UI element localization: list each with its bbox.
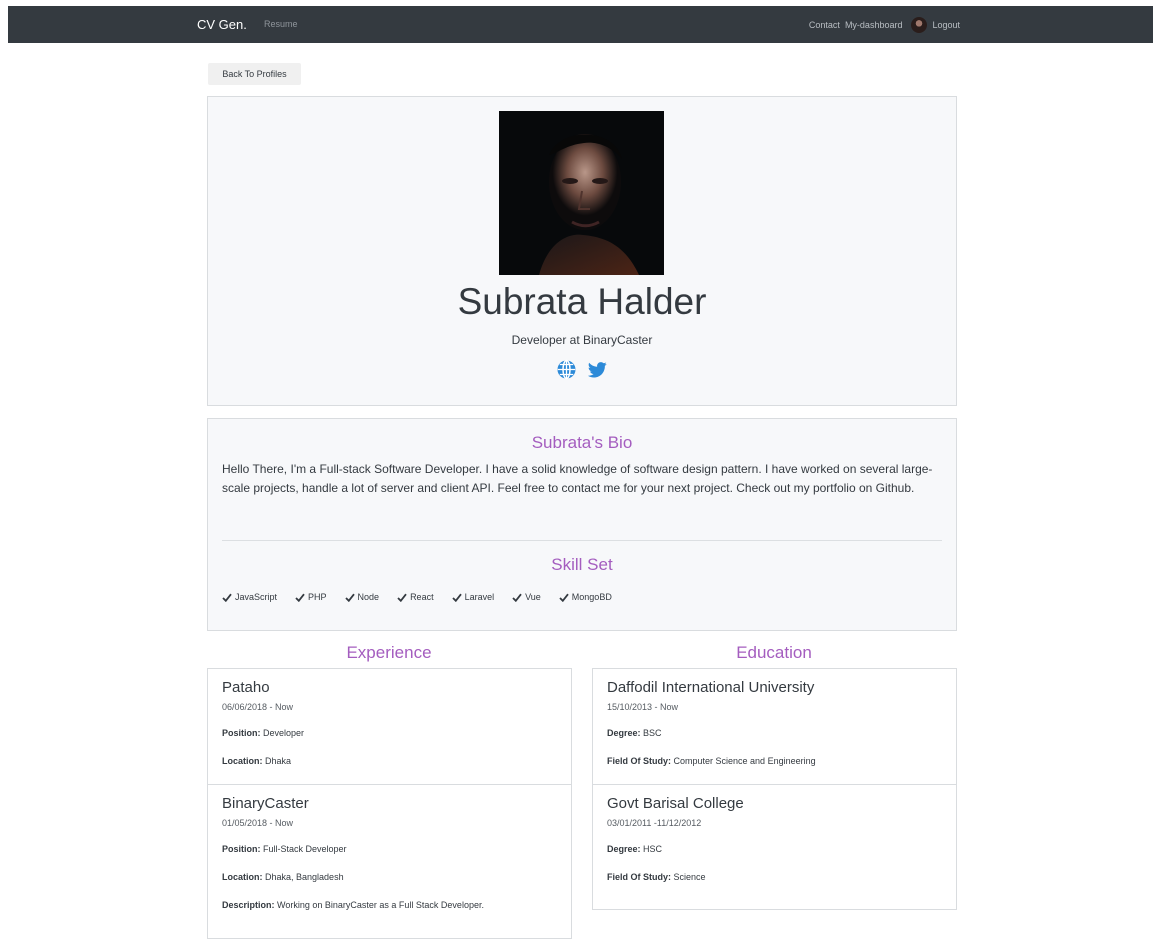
date-range: 03/01/2011 -11/12/2012 <box>607 818 702 828</box>
location-label: Location: <box>222 872 263 882</box>
globe-icon[interactable] <box>556 359 577 380</box>
check-icon <box>451 593 462 602</box>
skill-label: JavaScript <box>235 592 278 602</box>
location-value: Dhaka <box>265 756 292 766</box>
user-avatar-icon[interactable] <box>911 17 928 33</box>
experience-item: Pataho 06/06/2018 - Now Position: Develo… <box>208 669 571 785</box>
experience-list: Pataho 06/06/2018 - Now Position: Develo… <box>207 668 572 939</box>
experience-title: Experience <box>346 643 432 662</box>
field-label: Field Of Study: <box>607 756 671 766</box>
section-divider <box>222 540 942 541</box>
skill-item: Laravel <box>451 592 495 602</box>
school-name: Govt Barisal College <box>607 795 744 812</box>
degree-line: Degree: BSC <box>607 728 942 738</box>
skill-item: Vue <box>512 592 541 602</box>
skill-item: Node <box>344 592 380 602</box>
location-line: Location: Dhaka, Bangladesh <box>222 872 557 882</box>
description-line: Description: Working on BinaryCaster as … <box>222 900 557 910</box>
degree-value: HSC <box>643 844 663 854</box>
degree-label: Degree: <box>607 844 641 854</box>
nav-right-group: Contact My-dashboard Logout <box>809 17 960 33</box>
skill-item: JavaScript <box>222 592 277 602</box>
nav-link-resume[interactable]: Resume <box>264 19 298 29</box>
degree-line: Degree: HSC <box>607 844 942 854</box>
bio-text: Hello There, I'm a Full-stack Software D… <box>222 462 933 495</box>
skill-item: MongoBD <box>559 592 612 602</box>
profile-name: Subrata Halder <box>457 281 707 322</box>
description-label: Description: <box>222 900 275 910</box>
position-line: Position: Full-Stack Developer <box>222 844 557 854</box>
check-icon <box>222 593 232 602</box>
location-label: Location: <box>222 756 263 766</box>
check-icon <box>397 593 407 602</box>
profile-photo <box>499 111 664 275</box>
position-label: Position: <box>222 844 261 854</box>
field-label: Field Of Study: <box>607 872 671 882</box>
degree-label: Degree: <box>607 728 641 738</box>
field-value: Computer Science and Engineering <box>673 756 816 766</box>
school-name: Daffodil International University <box>607 679 815 696</box>
education-title: Education <box>736 643 812 662</box>
date-range: 01/05/2018 - Now <box>222 818 294 828</box>
back-to-profiles-button[interactable]: Back To Profiles <box>208 63 301 85</box>
bio-card: Subrata's Bio Hello There, I'm a Full-st… <box>207 418 957 631</box>
social-links <box>556 359 608 380</box>
skill-label: MongoBD <box>571 592 612 602</box>
location-line: Location: Dhaka <box>222 756 557 766</box>
company-name: Pataho <box>222 679 270 696</box>
education-item: Govt Barisal College 03/01/2011 -11/12/2… <box>593 785 956 882</box>
brand-logo[interactable]: CV Gen. <box>197 17 247 32</box>
skill-label: Laravel <box>464 592 495 602</box>
check-icon <box>295 593 305 602</box>
nav-link-dashboard[interactable]: My-dashboard <box>845 20 903 30</box>
check-icon <box>559 593 569 602</box>
skill-set-title: Skill Set <box>551 555 613 574</box>
skill-item: PHP <box>295 592 327 602</box>
position-value: Developer <box>263 728 305 738</box>
nav-link-logout[interactable]: Logout <box>932 20 960 30</box>
nav-link-contact[interactable]: Contact <box>809 20 840 30</box>
position-line: Position: Developer <box>222 728 557 738</box>
description-value: Working on BinaryCaster as a Full Stack … <box>277 900 484 910</box>
position-label: Position: <box>222 728 261 738</box>
top-navbar: CV Gen. Resume Contact My-dashboard Logo… <box>8 6 1153 43</box>
skill-label: Node <box>357 592 380 602</box>
profile-card: Subrata Halder Developer at BinaryCaster <box>207 96 957 406</box>
check-icon <box>344 593 355 602</box>
company-name: BinaryCaster <box>222 795 309 812</box>
location-value: Dhaka, Bangladesh <box>265 872 344 882</box>
experience-item: BinaryCaster 01/05/2018 - Now Position: … <box>208 785 571 910</box>
bio-title: Subrata's Bio <box>531 433 633 452</box>
field-value: Science <box>673 872 706 882</box>
date-range: 06/06/2018 - Now <box>222 702 294 712</box>
check-icon <box>512 593 522 602</box>
education-item: Daffodil International University 15/10/… <box>593 669 956 785</box>
date-range: 15/10/2013 - Now <box>607 702 679 712</box>
degree-value: BSC <box>643 728 662 738</box>
skill-list: JavaScript PHP Node React Laravel Vue Mo… <box>222 592 612 602</box>
profile-headline: Developer at BinaryCaster <box>511 333 653 347</box>
skill-label: PHP <box>308 592 327 602</box>
skill-label: React <box>410 592 434 602</box>
field-line: Field Of Study: Computer Science and Eng… <box>607 756 942 766</box>
field-line: Field Of Study: Science <box>607 872 942 882</box>
skill-item: React <box>397 592 434 602</box>
skill-label: Vue <box>525 592 541 602</box>
twitter-icon[interactable] <box>587 359 608 380</box>
education-list: Daffodil International University 15/10/… <box>592 668 957 910</box>
position-value: Full-Stack Developer <box>263 844 347 854</box>
